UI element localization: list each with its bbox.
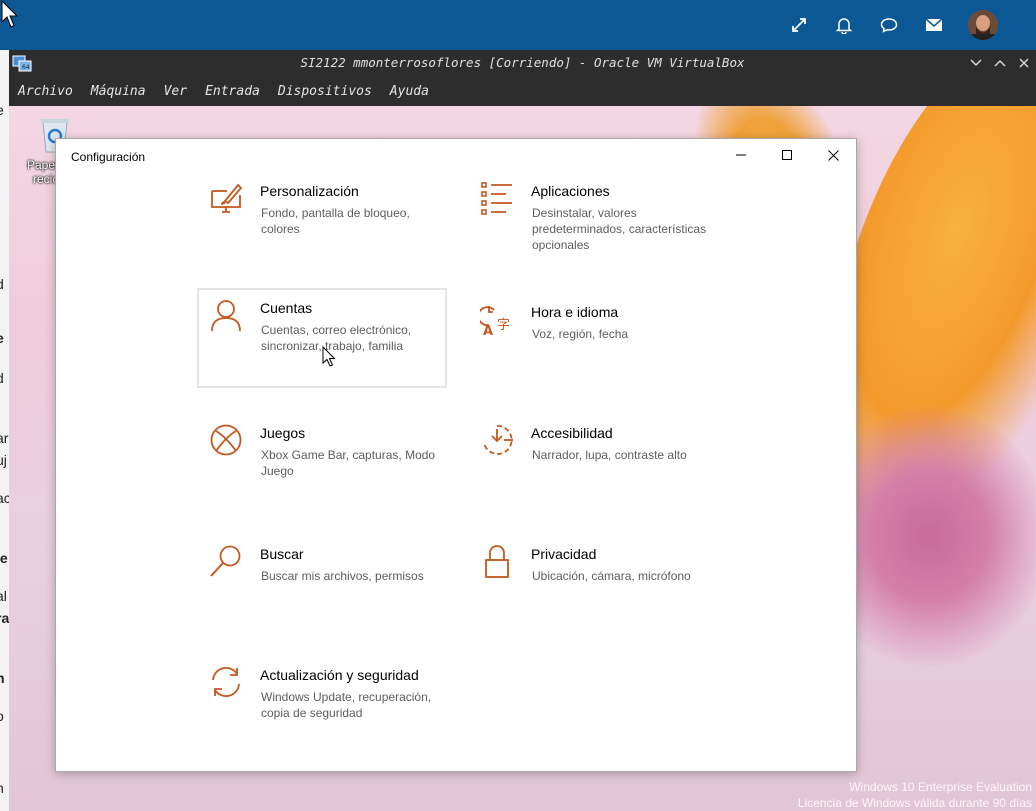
activation-watermark: Windows 10 Enterprise Evaluation Licenci… xyxy=(798,779,1032,811)
settings-title: Configuración xyxy=(71,150,146,164)
tile-name: Accesibilidad xyxy=(531,425,613,441)
watermark-line-2: Licencia de Windows válida durante 90 dí… xyxy=(797,796,1032,810)
tile-privacidad[interactable]: Privacidad Ubicación, cámara, micrófono xyxy=(468,534,718,634)
tile-name: Hora e idioma xyxy=(531,304,619,320)
accounts-icon xyxy=(211,300,241,332)
maximize-icon xyxy=(782,150,792,160)
search-icon xyxy=(210,545,241,577)
tile-actualizacion-seguridad[interactable]: Actualización y seguridad Windows Update… xyxy=(197,655,447,755)
chevron-up-icon[interactable] xyxy=(988,50,1012,76)
menu-maquina[interactable]: Máquina xyxy=(82,84,155,99)
update-icon xyxy=(212,667,240,697)
tile-description: Voz, región, fecha xyxy=(532,327,629,341)
maximize-button[interactable] xyxy=(764,139,810,171)
tile-personalizacion[interactable]: Personalización Fondo, pantalla de bloqu… xyxy=(197,171,447,271)
strip-text: uj xyxy=(0,452,7,468)
fullscreen-icon[interactable] xyxy=(776,0,821,50)
strip-text: ac xyxy=(0,490,9,506)
minimize-icon xyxy=(736,154,746,156)
strip-text: ra xyxy=(0,610,9,626)
strip-text: h xyxy=(0,780,4,796)
apps-icon xyxy=(481,182,512,215)
close-button[interactable] xyxy=(810,139,856,171)
tile-description: Cuentas, correo electrónico, sincronizar… xyxy=(261,323,412,353)
strip-text: o xyxy=(0,708,4,724)
svg-text:字: 字 xyxy=(497,318,510,333)
lock-icon xyxy=(485,545,509,578)
strip-text: d xyxy=(0,370,4,386)
tile-aplicaciones[interactable]: Aplicaciones Desinstalar, valores predet… xyxy=(468,171,718,271)
tile-buscar[interactable]: Buscar Buscar mis archivos, permisos xyxy=(197,534,447,634)
tile-accesibilidad[interactable]: Accesibilidad Narrador, lupa, contraste … xyxy=(468,413,718,513)
chat-icon[interactable] xyxy=(866,0,911,50)
accessibility-icon xyxy=(483,425,513,455)
tile-name: Actualización y seguridad xyxy=(260,667,419,683)
virtualbox-menu-bar: Archivo Máquina Ver Entrada Dispositivos… xyxy=(9,78,438,104)
menu-dispositivos[interactable]: Dispositivos xyxy=(269,84,381,99)
strip-text: e xyxy=(0,102,4,118)
menu-archivo[interactable]: Archivo xyxy=(9,84,82,99)
svg-text:A: A xyxy=(483,324,493,336)
tile-name: Aplicaciones xyxy=(531,183,610,199)
tile-cuentas[interactable]: Cuentas Cuentas, correo electrónico, sin… xyxy=(197,288,447,388)
host-page-strip: e d e d ar uj ac le al ra n o h xyxy=(0,50,9,811)
host-top-bar xyxy=(0,0,1036,50)
tile-name: Buscar xyxy=(260,546,304,562)
xbox-icon xyxy=(210,424,242,456)
tile-description: Windows Update, recuperación, copia de s… xyxy=(261,690,432,720)
virtualbox-title-bar[interactable]: 64 SI2122 mmonterrosoflores [Corriendo] … xyxy=(9,50,1036,76)
tile-description: Xbox Game Bar, capturas, Modo Juego xyxy=(261,448,436,478)
menu-ayuda[interactable]: Ayuda xyxy=(381,84,438,99)
tile-description: Ubicación, cámara, micrófono xyxy=(532,569,691,583)
tile-description: Buscar mis archivos, permisos xyxy=(261,569,424,583)
time-language-icon: A 字 xyxy=(480,306,510,336)
strip-text: e xyxy=(0,330,4,346)
tile-description: Desinstalar, valores predeterminados, ca… xyxy=(532,206,707,252)
strip-text: d xyxy=(0,276,4,292)
close-icon xyxy=(827,149,839,161)
tile-hora-idioma[interactable]: A 字 Hora e idioma Voz, región, fecha xyxy=(468,292,718,392)
bell-icon[interactable] xyxy=(821,0,866,50)
tile-name: Cuentas xyxy=(260,300,313,316)
menu-ver[interactable]: Ver xyxy=(155,84,196,99)
tile-juegos[interactable]: Juegos Xbox Game Bar, capturas, Modo Jue… xyxy=(197,413,447,513)
personalization-icon xyxy=(211,183,243,213)
watermark-line-1: Windows 10 Enterprise Evaluation xyxy=(849,780,1032,794)
strip-text: le xyxy=(0,550,8,566)
tile-name: Privacidad xyxy=(531,546,597,562)
virtualbox-title: SI2122 mmonterrosoflores [Corriendo] - O… xyxy=(300,55,745,70)
settings-window: Configuración Personalización Fondo, pan… xyxy=(55,138,857,772)
tile-name: Personalización xyxy=(260,183,359,199)
avatar[interactable] xyxy=(968,10,998,40)
mail-icon[interactable] xyxy=(911,0,956,50)
strip-text: ar xyxy=(0,430,9,446)
strip-text: n xyxy=(0,670,5,686)
mouse-cursor-icon xyxy=(322,346,336,367)
tile-name: Juegos xyxy=(260,425,306,441)
close-icon[interactable] xyxy=(1012,50,1036,76)
tile-description: Fondo, pantalla de bloqueo, colores xyxy=(261,206,410,236)
chevron-down-icon[interactable] xyxy=(964,50,988,76)
tile-description: Narrador, lupa, contraste alto xyxy=(532,448,687,462)
menu-entrada[interactable]: Entrada xyxy=(196,84,269,99)
minimize-button[interactable] xyxy=(718,139,764,171)
mouse-cursor-icon xyxy=(1,0,18,28)
strip-text: al xyxy=(0,588,7,604)
